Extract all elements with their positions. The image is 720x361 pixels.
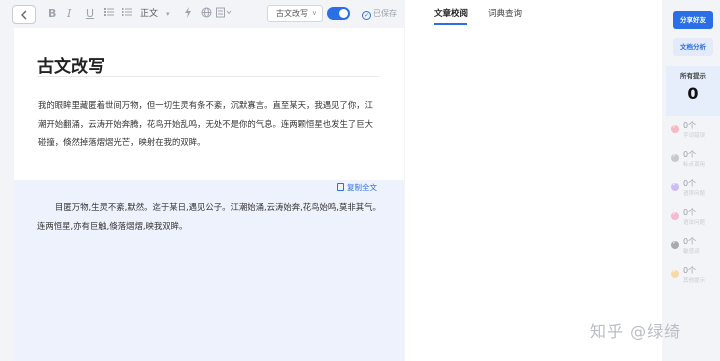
- issue-category-other[interactable]: 0个 其他提示: [671, 266, 719, 292]
- check-circle-icon: [671, 181, 679, 191]
- globe-icon[interactable]: [201, 7, 212, 21]
- saved-status-label: 已保存: [373, 9, 397, 18]
- active-tab-indicator: [434, 23, 467, 25]
- saved-status: ✓ 已保存: [362, 7, 397, 21]
- document-analysis-button[interactable]: 文档分析: [673, 38, 713, 56]
- italic-icon[interactable]: I: [67, 7, 71, 21]
- category-name: 语法问题: [683, 220, 706, 226]
- check-circle-icon: [671, 152, 679, 162]
- category-name: 字词错误: [683, 133, 706, 139]
- bullet-list-icon[interactable]: [104, 7, 114, 21]
- category-name: 其他提示: [683, 278, 706, 284]
- watermark: 知乎 @绿绮: [590, 322, 682, 341]
- check-circle-icon: [671, 123, 679, 133]
- issue-category-sensitive[interactable]: 0个 敏感词: [671, 237, 719, 263]
- document-paragraph[interactable]: 我的眼眸里藏匿着世间万物，但一切生灵有条不紊，沉默寡言。直至某天，我遇见了你，江…: [38, 96, 380, 152]
- issue-category-grammar[interactable]: 0个 语法问题: [671, 208, 719, 234]
- insert-icon[interactable]: [216, 7, 232, 21]
- copy-all-button[interactable]: 复制全文: [337, 183, 377, 193]
- category-count: 0个: [683, 179, 697, 188]
- paragraph-style-select[interactable]: 正文: [140, 7, 158, 21]
- toggle-knob: [339, 9, 348, 18]
- format-brush-icon[interactable]: [184, 7, 192, 21]
- category-name: 语序问题: [683, 191, 706, 197]
- mode-toggle[interactable]: [327, 7, 350, 20]
- check-circle-icon: [671, 268, 679, 278]
- mode-select-value: 古文改写: [276, 9, 308, 18]
- category-name: 标点误用: [683, 162, 706, 168]
- category-count: 0个: [683, 208, 697, 217]
- check-circle-icon: [671, 210, 679, 220]
- underline-icon[interactable]: U: [86, 7, 94, 21]
- category-count: 0个: [683, 150, 697, 159]
- rewrite-result-text: 目匿万物,生灵不紊,默然。迄于某日,遇见公子。江潮始涌,云涛始奔,花鸟始鸣,莫非…: [37, 202, 381, 231]
- bold-icon[interactable]: B: [48, 7, 56, 21]
- copy-all-label: 复制全文: [347, 183, 377, 192]
- category-count: 0个: [683, 266, 697, 275]
- issues-total: 0: [687, 84, 699, 103]
- title-divider: [37, 76, 379, 77]
- numbered-list-icon[interactable]: [122, 7, 132, 21]
- check-icon: ✓: [362, 11, 371, 20]
- chevron-left-icon: [21, 10, 27, 19]
- back-button[interactable]: [12, 5, 36, 24]
- review-panel: [405, 0, 662, 361]
- tab-dictionary[interactable]: 词典查询: [488, 7, 522, 21]
- issues-label: 所有提示: [680, 72, 706, 80]
- issue-category-typo[interactable]: 0个 字词错误: [671, 121, 719, 147]
- document-title[interactable]: 古文改写: [37, 52, 105, 77]
- chevron-down-icon[interactable]: ▾: [166, 7, 170, 21]
- chevron-down-icon: ∨: [311, 9, 317, 17]
- tab-article-review[interactable]: 文章校阅: [434, 7, 468, 21]
- issue-category-punctuation[interactable]: 0个 标点误用: [671, 150, 719, 176]
- copy-icon: [337, 183, 344, 191]
- check-circle-icon: [671, 239, 679, 249]
- mode-select[interactable]: 古文改写 ∨: [267, 5, 323, 22]
- category-name: 敏感词: [683, 249, 700, 255]
- share-button[interactable]: 分享好友: [673, 11, 713, 29]
- category-count: 0个: [683, 237, 697, 246]
- category-count: 0个: [683, 121, 697, 130]
- issue-category-word-order[interactable]: 0个 语序问题: [671, 179, 719, 205]
